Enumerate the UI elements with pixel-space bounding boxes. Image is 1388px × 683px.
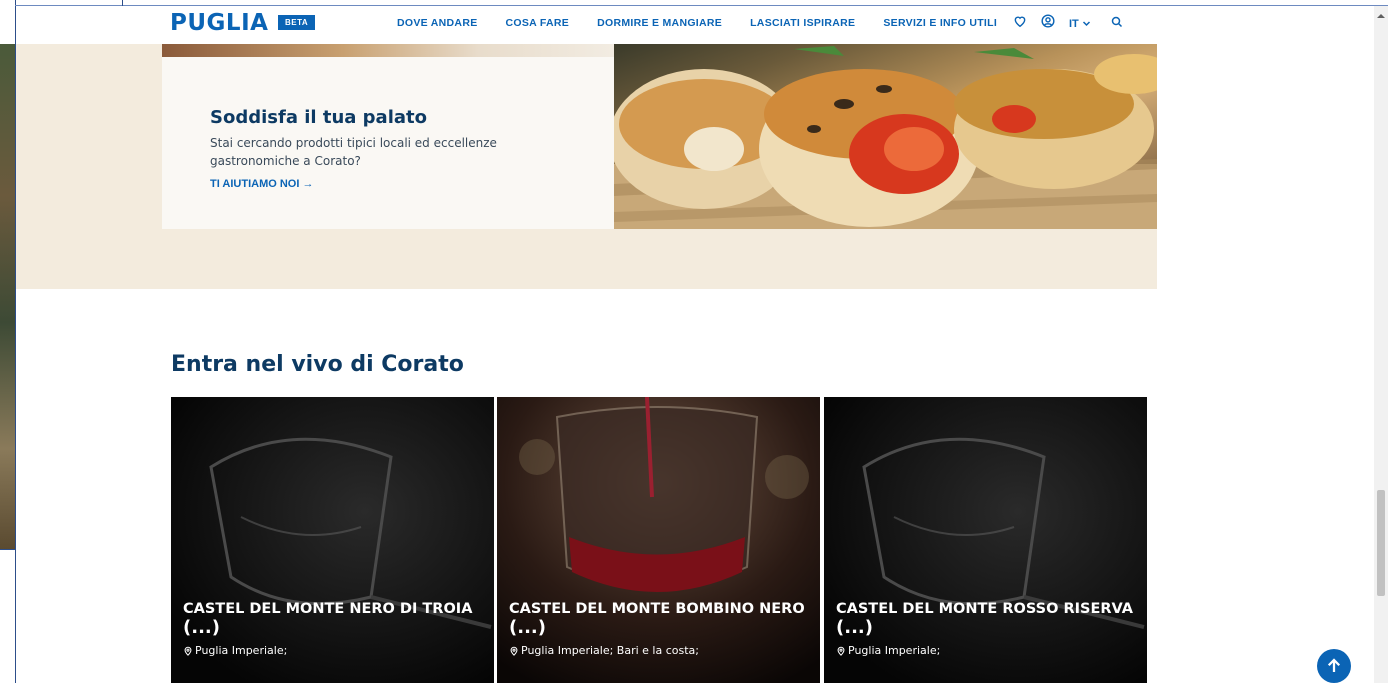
scroll-up-arrow-icon[interactable] bbox=[1376, 8, 1386, 18]
card-title: CASTEL DEL MONTE BOMBINO NERO bbox=[509, 601, 805, 617]
nav-item-servizi-e-info-utili[interactable]: SERVIZI E INFO UTILI bbox=[883, 17, 997, 29]
chevron-down-icon bbox=[1082, 21, 1090, 27]
promo-title: Soddisfa il tua palato bbox=[210, 107, 427, 128]
card-location: Puglia Imperiale; bbox=[183, 644, 287, 657]
focaccia-illustration bbox=[614, 46, 1157, 229]
nav-item-dormire-e-mangiare[interactable]: DORMIRE E MANGIARE bbox=[597, 17, 722, 29]
window-border-bottom bbox=[0, 549, 16, 550]
section-title: Entra nel vivo di Corato bbox=[171, 352, 464, 377]
card-location: Puglia Imperiale; bbox=[836, 644, 940, 657]
wine-glass-image bbox=[497, 397, 820, 683]
scrollbar-thumb[interactable] bbox=[1377, 490, 1385, 596]
card-location-text: Puglia Imperiale; bbox=[848, 644, 941, 657]
card-location-text: Puglia Imperiale; bbox=[195, 644, 288, 657]
site-logo[interactable]: PUGLIA bbox=[170, 10, 268, 36]
heart-icon[interactable] bbox=[1013, 14, 1027, 33]
focaccia-image bbox=[614, 44, 1157, 229]
site-header: PUGLIA BETA DOVE ANDARE COSA FARE DORMIR… bbox=[16, 6, 1374, 44]
card-ellipsis: (...) bbox=[509, 617, 546, 638]
card-location-text: Puglia Imperiale; Bari e la costa; bbox=[521, 644, 699, 657]
promo-top-image-strip bbox=[162, 44, 614, 57]
nav-item-lasciati-ispirare[interactable]: LASCIATI ISPIRARE bbox=[750, 17, 855, 29]
location-pin-icon bbox=[837, 646, 845, 656]
main-nav: DOVE ANDARE COSA FARE DORMIRE E MANGIARE… bbox=[397, 17, 1025, 29]
user-circle-icon[interactable] bbox=[1041, 14, 1055, 33]
location-pin-icon bbox=[510, 646, 518, 656]
language-selector[interactable]: IT bbox=[1069, 18, 1091, 30]
card-ellipsis: (...) bbox=[183, 617, 220, 638]
location-pin-icon bbox=[184, 646, 192, 656]
card-location: Puglia Imperiale; Bari e la costa; bbox=[509, 644, 699, 657]
search-icon[interactable] bbox=[1111, 15, 1123, 33]
wine-glass-image bbox=[171, 397, 494, 683]
language-label: IT bbox=[1069, 17, 1079, 30]
promo-text: Stai cercando prodotti tipici locali ed … bbox=[210, 136, 497, 168]
beta-badge: BETA bbox=[278, 15, 316, 30]
header-icons: IT bbox=[1013, 14, 1123, 33]
card-rosso-riserva[interactable]: CASTEL DEL MONTE ROSSO RISERVA (...) Pug… bbox=[824, 397, 1147, 683]
arrow-up-icon bbox=[1327, 658, 1341, 672]
card-nero-di-troia[interactable]: CASTEL DEL MONTE NERO DI TROIA (...) Pug… bbox=[171, 397, 494, 683]
back-to-top-button[interactable] bbox=[1317, 649, 1351, 683]
background-window-strip bbox=[0, 44, 16, 550]
card-ellipsis: (...) bbox=[836, 617, 873, 638]
nav-item-cosa-fare[interactable]: COSA FARE bbox=[506, 17, 570, 29]
promo-link[interactable]: TI AIUTIAMO NOI → bbox=[210, 178, 313, 190]
card-title: CASTEL DEL MONTE NERO DI TROIA bbox=[183, 601, 473, 617]
wine-glass-image bbox=[824, 397, 1147, 683]
nav-item-dove-andare[interactable]: DOVE ANDARE bbox=[397, 17, 478, 29]
card-title: CASTEL DEL MONTE ROSSO RISERVA bbox=[836, 601, 1133, 617]
card-bombino-nero[interactable]: CASTEL DEL MONTE BOMBINO NERO (...) Pugl… bbox=[497, 397, 820, 683]
